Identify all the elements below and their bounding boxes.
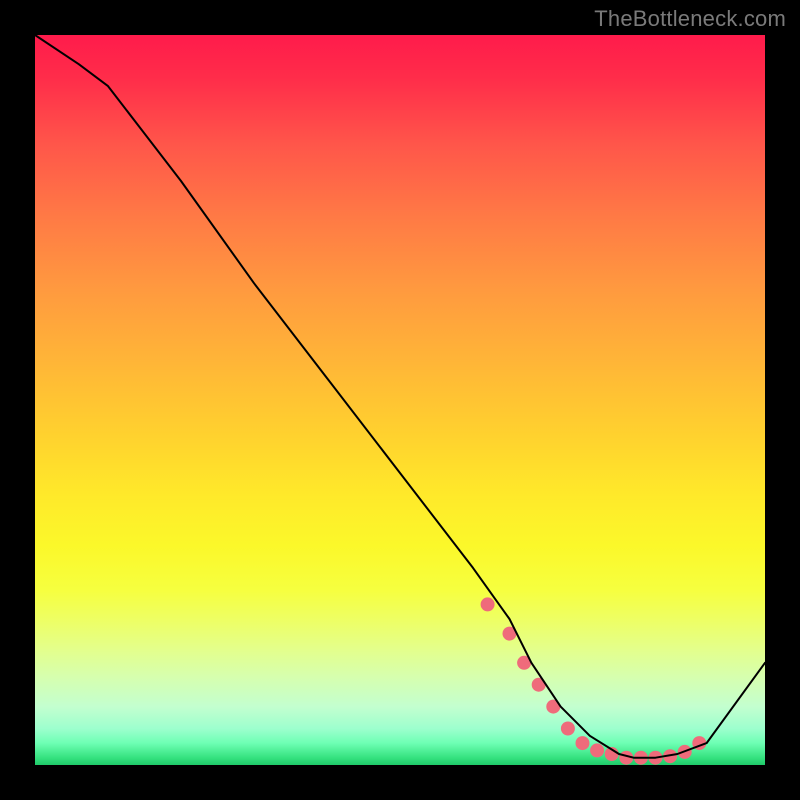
plot-area: [35, 35, 765, 765]
marker-dot: [590, 743, 604, 757]
chart-frame: TheBottleneck.com: [0, 0, 800, 800]
marker-group: [481, 597, 707, 764]
curve-svg: [35, 35, 765, 765]
watermark-text: TheBottleneck.com: [594, 6, 786, 32]
curve-path: [35, 35, 765, 758]
marker-dot: [481, 597, 495, 611]
marker-dot: [561, 722, 575, 736]
marker-dot: [576, 736, 590, 750]
